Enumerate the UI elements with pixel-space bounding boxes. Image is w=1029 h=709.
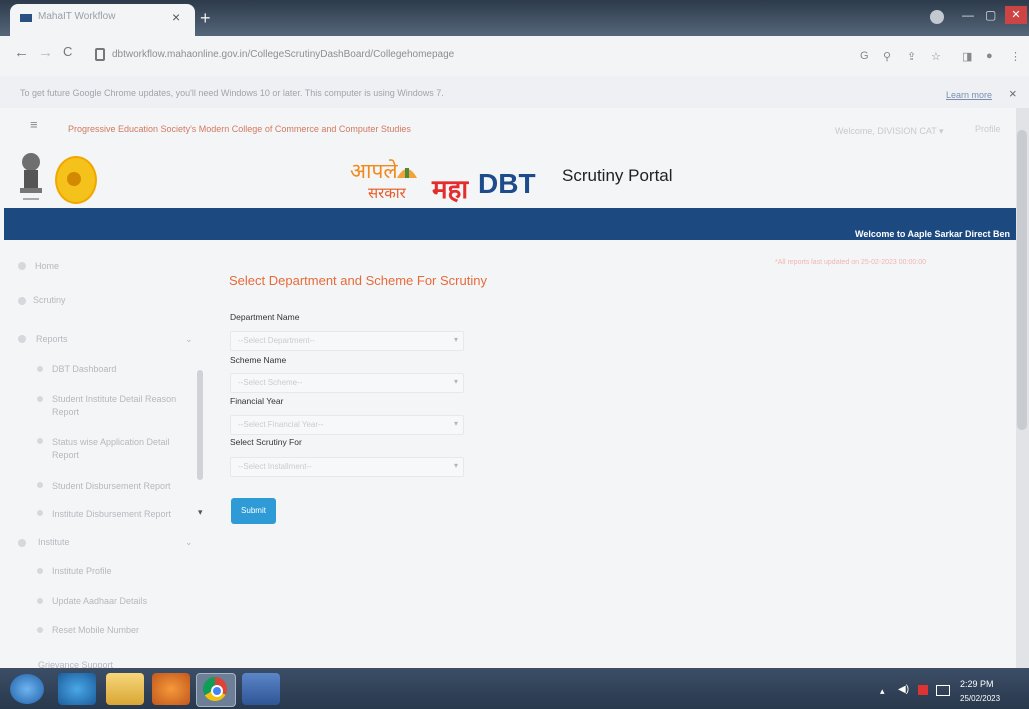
maximize-icon[interactable]: ▢ <box>985 8 996 22</box>
lock-icon <box>95 48 105 61</box>
chrome-icon-center <box>211 685 223 697</box>
taskbar-clock[interactable]: 2:29 PM <box>960 679 994 689</box>
home-icon <box>18 262 26 270</box>
last-updated-note: *All reports last updated on 25-02-2023 … <box>775 259 926 266</box>
zoom-icon[interactable]: ⚲ <box>883 50 891 63</box>
sidebar-item-reset-mobile[interactable]: Reset Mobile Number <box>52 625 139 635</box>
bullet-icon <box>37 598 43 604</box>
chevron-down-icon: ▾ <box>454 461 459 470</box>
media-player-icon[interactable] <box>152 673 190 705</box>
chevron-down-icon: ▾ <box>454 377 459 386</box>
department-select-value: --Select Department-- <box>238 336 315 345</box>
hamburger-menu-icon[interactable]: ≡ <box>30 117 38 132</box>
scheme-select-value: --Select Scheme-- <box>238 378 303 387</box>
learn-more-link[interactable]: Learn more <box>946 90 992 100</box>
national-emblem-icon <box>20 153 42 200</box>
chevron-down-icon: ▾ <box>454 419 459 428</box>
bullet-icon <box>37 366 43 372</box>
menu-kebab-icon[interactable]: ⋮ <box>1010 50 1021 63</box>
bullet-icon <box>37 510 43 516</box>
submit-button[interactable]: Submit <box>231 498 276 524</box>
sidebar-item-home[interactable]: Home <box>35 261 59 271</box>
chrome-profile-icon[interactable] <box>930 10 944 24</box>
financial-year-label: Financial Year <box>230 396 284 406</box>
google-lens-icon[interactable]: G <box>860 50 869 62</box>
bullet-icon <box>37 568 43 574</box>
internet-explorer-icon[interactable] <box>58 673 96 705</box>
tray-arrow-icon[interactable]: ▴ <box>880 686 885 697</box>
share-icon[interactable]: ⇪ <box>907 50 916 63</box>
page-title: Select Department and Scheme For Scrutin… <box>229 273 487 288</box>
sidebar-item-student-institute-report[interactable]: Student Institute Detail Reason Report <box>52 393 192 419</box>
bullet-icon <box>37 396 43 402</box>
favicon-icon <box>20 14 32 22</box>
volume-icon[interactable]: ◀) <box>898 684 909 695</box>
network-warning-icon[interactable] <box>918 685 928 695</box>
chevron-down-icon: ▾ <box>454 335 459 344</box>
sidebar-item-scrutiny[interactable]: Scrutiny <box>33 295 66 305</box>
back-icon[interactable]: ← <box>14 44 29 61</box>
window-close-icon[interactable]: ✕ <box>1005 6 1027 24</box>
bullet-icon <box>37 438 43 444</box>
installment-select-value: --Select Installment-- <box>238 462 312 471</box>
college-name: Progressive Education Society's Modern C… <box>68 124 411 134</box>
side-panel-icon[interactable]: ◨ <box>962 50 972 63</box>
portal-title: Scrutiny Portal <box>562 166 673 185</box>
profile-icon[interactable]: ● <box>986 50 993 62</box>
sidebar-item-reports[interactable]: Reports <box>36 334 68 344</box>
sidebar-item-institute-disbursement[interactable]: Institute Disbursement Report <box>52 509 171 519</box>
profile-link[interactable]: Profile <box>975 124 1001 134</box>
word-icon[interactable] <box>242 673 280 705</box>
bullet-icon <box>37 627 43 633</box>
aaple-sarkar-logo-line2: सरकार <box>368 184 406 202</box>
chevron-down-icon: ⌄ <box>185 537 193 547</box>
sidebar-item-institute[interactable]: Institute <box>38 537 70 547</box>
aaple-sarkar-emblem-icon <box>397 168 417 178</box>
tab-title: MahaIT Workflow <box>38 11 116 22</box>
chevron-down-icon: ⌄ <box>185 334 193 344</box>
bullet-icon <box>37 482 43 488</box>
department-label: Department Name <box>230 312 300 322</box>
infobar-message: To get future Google Chrome updates, you… <box>20 88 444 98</box>
infobar-close-icon[interactable]: × <box>1009 86 1017 101</box>
new-tab-button[interactable]: + <box>200 8 211 29</box>
sidebar-item-institute-profile[interactable]: Institute Profile <box>52 566 112 576</box>
financial-year-select-value: --Select Financial Year-- <box>238 420 324 429</box>
page-scrollbar-thumb[interactable] <box>1017 130 1027 430</box>
sidebar-item-status-wise-report[interactable]: Status wise Application Detail Report <box>52 436 192 462</box>
welcome-marquee: Welcome to Aaple Sarkar Direct Ben <box>855 229 1011 239</box>
reload-icon[interactable]: C <box>63 44 72 59</box>
minimize-icon[interactable]: — <box>962 8 974 22</box>
seal-center-icon <box>67 172 81 186</box>
action-center-icon[interactable] <box>936 685 950 696</box>
bookmark-star-icon[interactable]: ☆ <box>931 50 941 63</box>
scroll-down-arrow-icon[interactable]: ▾ <box>198 507 203 518</box>
tab-close-icon[interactable]: × <box>172 9 180 25</box>
taskbar-date[interactable]: 25/02/2023 <box>960 694 1000 703</box>
file-explorer-icon[interactable] <box>106 673 144 705</box>
sidebar-scrollbar[interactable] <box>197 370 203 480</box>
scheme-label: Scheme Name <box>230 355 287 365</box>
forward-icon[interactable]: → <box>38 44 53 61</box>
scrutiny-for-label: Select Scrutiny For <box>230 437 302 447</box>
sidebar-item-dbt-dashboard[interactable]: DBT Dashboard <box>52 364 116 374</box>
sidebar-item-update-aadhaar[interactable]: Update Aadhaar Details <box>52 596 147 606</box>
user-menu[interactable]: Welcome, DIVISION CAT ▾ <box>835 126 944 137</box>
sidebar-item-student-disbursement[interactable]: Student Disbursement Report <box>52 481 171 491</box>
aaple-sarkar-logo-line1: आपले <box>350 159 398 183</box>
url-text[interactable]: dbtworkflow.mahaonline.gov.in/CollegeScr… <box>112 49 454 60</box>
scrutiny-icon <box>18 297 26 305</box>
institute-icon <box>18 539 26 547</box>
reports-icon <box>18 335 26 343</box>
start-button-icon[interactable] <box>10 674 44 704</box>
dbt-logo-text: DBT <box>478 168 536 199</box>
maha-logo-text: महा <box>432 175 469 205</box>
